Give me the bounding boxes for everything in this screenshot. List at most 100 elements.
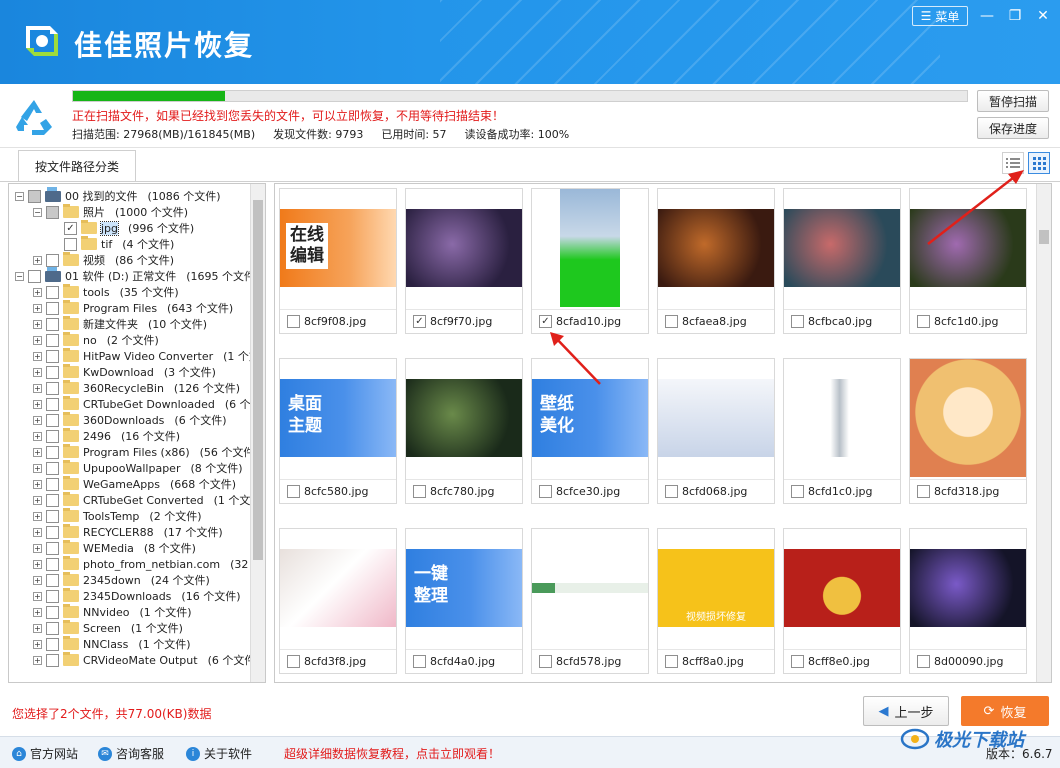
tree-node[interactable]: + photo_from_netbian.com (32 个 — [33, 556, 263, 572]
tree-node[interactable]: + KwDownload (3 个文件) — [33, 364, 216, 380]
collapse-icon[interactable]: − — [33, 207, 42, 217]
expand-icon[interactable]: + — [33, 303, 42, 313]
tree-node[interactable]: − 01 软件 (D:) 正常文件 (1695 个文件 — [15, 266, 255, 284]
file-thumbnail[interactable]: 一键 整理 — [406, 529, 522, 647]
file-card[interactable]: 一键 整理 8cfd4a0.jpg — [405, 528, 523, 674]
about-link[interactable]: i 关于软件 — [186, 745, 252, 762]
expand-icon[interactable]: + — [33, 287, 42, 297]
file-checkbox[interactable] — [917, 655, 930, 668]
expand-icon[interactable]: + — [33, 543, 42, 553]
expand-icon[interactable]: + — [33, 495, 42, 505]
expand-icon[interactable]: + — [33, 575, 42, 585]
tree-checkbox[interactable] — [46, 253, 59, 267]
list-view-icon[interactable] — [1002, 152, 1024, 174]
tree-checkbox[interactable] — [46, 301, 59, 315]
tree-node[interactable]: + 新建文件夹 (10 个文件) — [33, 316, 207, 332]
menu-button[interactable]: ☰ 菜单 — [912, 6, 968, 26]
expand-icon[interactable]: + — [33, 431, 42, 441]
file-thumbnail[interactable] — [784, 359, 900, 477]
file-thumbnail[interactable] — [280, 529, 396, 647]
file-thumbnail[interactable] — [658, 359, 774, 477]
tree-checkbox[interactable] — [46, 589, 59, 603]
expand-icon[interactable]: + — [33, 623, 42, 633]
expand-icon[interactable]: + — [33, 367, 42, 377]
file-thumbnail[interactable] — [784, 529, 900, 647]
tree-checkbox[interactable] — [46, 349, 59, 363]
file-card[interactable]: 8cfd1c0.jpg — [783, 358, 901, 504]
file-checkbox[interactable] — [539, 655, 552, 668]
expand-icon[interactable]: + — [33, 655, 42, 665]
tree-node[interactable]: + ToolsTemp (2 个文件) — [33, 508, 202, 524]
tree-checkbox[interactable] — [46, 541, 59, 555]
tree-checkbox[interactable] — [46, 397, 59, 411]
tree-checkbox[interactable] — [28, 269, 41, 283]
file-thumbnail[interactable]: 壁纸 美化 — [532, 359, 648, 477]
grid-scroll-thumb[interactable] — [1039, 230, 1049, 244]
file-card[interactable]: 8cfc780.jpg — [405, 358, 523, 504]
tree-node[interactable]: +2345Downloads (16 个文件) — [33, 588, 240, 604]
tree-node[interactable]: +2345down (24 个文件) — [33, 572, 210, 588]
grid-view-icon[interactable] — [1028, 152, 1050, 174]
expand-icon[interactable]: + — [33, 399, 42, 409]
tree-node[interactable]: + CRTubeGet Downloaded (6 个文 — [33, 396, 262, 412]
tree-checkbox[interactable] — [64, 237, 77, 251]
file-checkbox[interactable] — [791, 485, 804, 498]
file-thumbnail[interactable] — [532, 189, 648, 307]
support-link[interactable]: ✉ 咨询客服 — [98, 745, 164, 762]
file-card[interactable]: 8d00090.jpg — [909, 528, 1027, 674]
tree-node[interactable]: ✓ jpg (996 个文件) — [51, 220, 194, 236]
file-card[interactable]: 8cfd068.jpg — [657, 358, 775, 504]
tree-node[interactable]: + tools (35 个文件) — [33, 284, 179, 300]
tree-checkbox[interactable] — [46, 509, 59, 523]
tree-checkbox[interactable] — [46, 653, 59, 667]
file-checkbox[interactable] — [665, 485, 678, 498]
official-site-link[interactable]: ⌂ 官方网站 — [12, 745, 78, 762]
tree-checkbox[interactable] — [46, 621, 59, 635]
expand-icon[interactable]: + — [33, 479, 42, 489]
file-thumbnail[interactable] — [910, 529, 1026, 647]
file-checkbox[interactable] — [287, 315, 300, 328]
file-card[interactable]: ✓ 8cfad10.jpg — [531, 188, 649, 334]
tree-node[interactable]: + CRTubeGet Converted (1 个文 — [33, 492, 250, 508]
file-checkbox[interactable] — [665, 315, 678, 328]
file-thumbnail[interactable] — [910, 359, 1026, 477]
file-card[interactable]: 8cfbca0.jpg — [783, 188, 901, 334]
file-checkbox[interactable] — [539, 485, 552, 498]
expand-icon[interactable]: + — [33, 639, 42, 649]
grid-scrollbar[interactable] — [1036, 184, 1051, 682]
tree-checkbox[interactable] — [46, 573, 59, 587]
expand-icon[interactable]: + — [33, 607, 42, 617]
tree-node[interactable]: + Program Files (643 个文件) — [33, 300, 233, 316]
collapse-icon[interactable]: − — [15, 191, 24, 201]
tree-node[interactable]: tif (4 个文件) — [51, 236, 174, 252]
tree-checkbox[interactable] — [46, 381, 59, 395]
file-checkbox[interactable]: ✓ — [539, 315, 552, 328]
tree-node[interactable]: +360Downloads (6 个文件) — [33, 412, 226, 428]
expand-icon[interactable]: + — [33, 335, 42, 345]
expand-icon[interactable]: + — [33, 255, 42, 265]
file-card[interactable]: 8cfc1d0.jpg — [909, 188, 1027, 334]
expand-icon[interactable]: + — [33, 559, 42, 569]
expand-icon[interactable]: + — [33, 351, 42, 361]
tree-scroll-thumb[interactable] — [253, 200, 263, 560]
file-card[interactable]: 8cfd318.jpg — [909, 358, 1027, 504]
tree-node[interactable]: + Program Files (x86) (56 个文件 — [33, 444, 254, 460]
tree-checkbox[interactable] — [46, 637, 59, 651]
file-card[interactable]: 桌面 主题 8cfc580.jpg — [279, 358, 397, 504]
file-thumbnail[interactable] — [910, 189, 1026, 307]
file-thumbnail[interactable] — [406, 189, 522, 307]
tree-node[interactable]: + WeGameApps (668 个文件) — [33, 476, 236, 492]
tree-checkbox[interactable] — [46, 461, 59, 475]
file-card[interactable]: 8cff8e0.jpg — [783, 528, 901, 674]
close-icon[interactable]: ✕ — [1032, 6, 1054, 26]
tree-node[interactable]: + WEMedia (8 个文件) — [33, 540, 196, 556]
expand-icon[interactable]: + — [33, 319, 42, 329]
file-card[interactable]: 8cfd3f8.jpg — [279, 528, 397, 674]
tree-node[interactable]: + RECYCLER88 (17 个文件) — [33, 524, 223, 540]
tree-node[interactable]: + NNClass (1 个文件) — [33, 636, 190, 652]
tree-checkbox[interactable]: ✓ — [64, 221, 77, 235]
tree-node[interactable]: +2496 (16 个文件) — [33, 428, 180, 444]
tree-checkbox[interactable] — [46, 605, 59, 619]
file-checkbox[interactable] — [665, 655, 678, 668]
file-card[interactable]: 8cfd578.jpg — [531, 528, 649, 674]
